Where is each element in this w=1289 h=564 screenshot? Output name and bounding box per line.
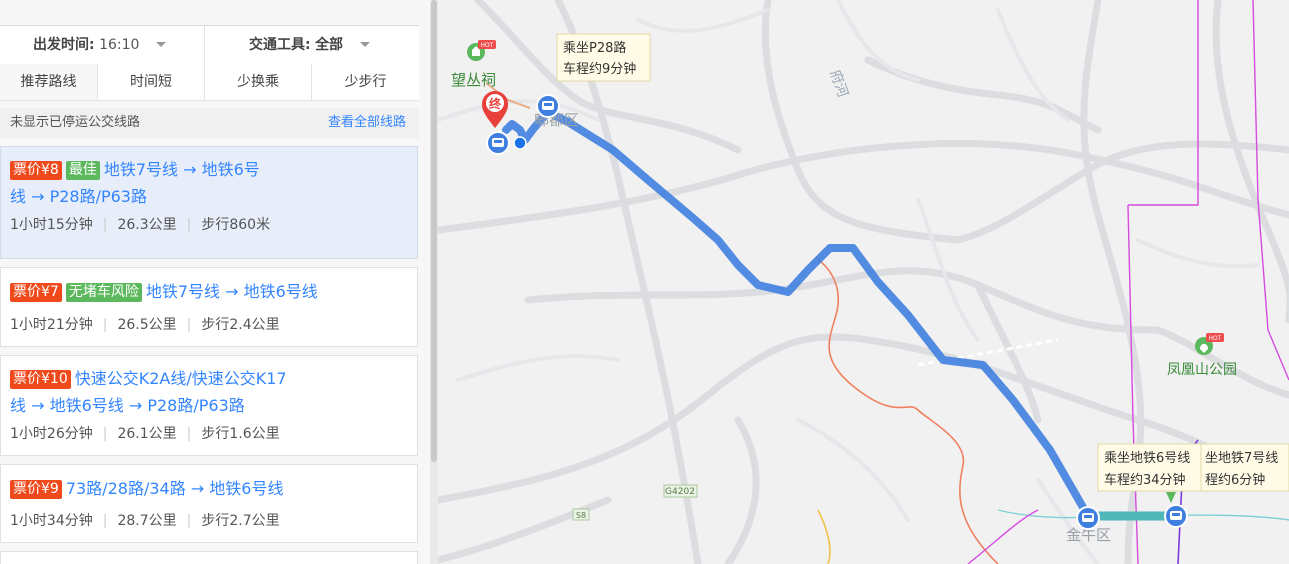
svg-text:G4202: G4202 xyxy=(665,487,695,497)
metro-line-magenta-4 xyxy=(967,509,1039,564)
route-option-5[interactable] xyxy=(0,551,418,564)
route-duration: 1小时21分钟 xyxy=(10,317,93,333)
route-lines: 票价¥10 快速公交K2A线/快速公交K17 线 → 地铁6号线 → P28路/P… xyxy=(10,365,409,419)
map-svg[interactable]: 府河 G4202 S8 郫都区 金牛区 HOT 望丛祠 HOT 凤凰山公园 终 … xyxy=(438,0,1289,564)
price-badge: 票价¥10 xyxy=(10,370,71,389)
svg-text:程约6分钟: 程约6分钟 xyxy=(1205,472,1265,488)
poi-label-wangcongci: 望丛祠 xyxy=(451,71,496,89)
notice-row: 未显示已停运公交线路 查看全部线路 xyxy=(0,108,419,138)
chevron-down-icon xyxy=(359,42,370,47)
metro-line-magenta-3 xyxy=(1252,0,1289,381)
hot-badge: HOT xyxy=(481,42,494,49)
svg-text:车程约34分钟: 车程约34分钟 xyxy=(1104,472,1186,488)
view-all-lines-link[interactable]: 查看全部线路 xyxy=(328,108,406,138)
route-walk: 步行860米 xyxy=(201,217,271,233)
tooltip-metro-6: 乘坐地铁6号线 车程约34分钟 xyxy=(1097,443,1202,492)
bus-stop-icon[interactable] xyxy=(486,131,510,155)
route-meta: 1小时15分钟 | 26.3公里 | 步行860米 xyxy=(10,217,271,233)
svg-text:坐地铁7号线: 坐地铁7号线 xyxy=(1205,451,1278,466)
route-distance: 26.5公里 xyxy=(117,317,177,333)
poi-label-fenghuangshan: 凤凰山公园 xyxy=(1167,362,1237,378)
price-badge: 票价¥9 xyxy=(10,480,62,499)
tab-less-walking[interactable]: 少步行 xyxy=(312,64,419,100)
tooltip-metro-7: 坐地铁7号线 程约6分钟 xyxy=(1200,443,1289,492)
destination-marker[interactable]: 终 xyxy=(482,91,508,128)
chevron-down-icon xyxy=(155,42,166,47)
route-lines: 票价¥8 最佳 地铁7号线 → 地铁6号 线 → P28路/P63路 xyxy=(10,156,409,210)
route-line-text: 地铁7号线 → 地铁6号线 xyxy=(145,282,318,301)
departure-time-select[interactable]: 出发时间: 16:10 xyxy=(33,26,166,64)
route-walk: 步行2.4公里 xyxy=(201,317,280,333)
best-badge: 最佳 xyxy=(65,161,100,180)
tab-recommended[interactable]: 推荐路线 xyxy=(0,64,98,100)
route-distance: 26.3公里 xyxy=(117,217,177,233)
departure-time-label: 出发时间: xyxy=(33,37,95,53)
filter-row: 出发时间: 16:10 交通工具: 全部 xyxy=(0,25,419,65)
divider xyxy=(204,26,205,64)
route-option-4[interactable]: 票价¥9 73路/28路/34路 → 地铁6号线 1小时34分钟 | 28.7公里 | 步… xyxy=(0,464,418,543)
metro-station-icon[interactable] xyxy=(1164,504,1188,528)
route-end-dot xyxy=(513,136,527,150)
route-line-text-cont: 线 → 地铁6号线 → P28路/P63路 xyxy=(10,396,245,415)
panel-scrollbar[interactable] xyxy=(430,0,438,564)
transfer-marker-icon xyxy=(1166,492,1176,503)
route-distance: 26.1公里 xyxy=(117,426,177,442)
river-label: 府河 xyxy=(826,68,851,100)
route-panel: 出发时间: 16:10 交通工具: 全部 推荐路线 时间短 少换乘 少步行 未显… xyxy=(0,0,430,564)
transport-mode-value: 全部 xyxy=(315,37,344,53)
no-traffic-risk-badge: 无堵车风险 xyxy=(65,283,142,302)
route-duration: 1小时26分钟 xyxy=(10,426,93,442)
route-meta: 1小时21分钟 | 26.5公里 | 步行2.4公里 xyxy=(10,317,280,333)
route-duration: 1小时34分钟 xyxy=(10,513,93,529)
poi-wangcongci[interactable]: HOT 望丛祠 xyxy=(451,40,496,89)
route-option-3[interactable]: 票价¥10 快速公交K2A线/快速公交K17 线 → 地铁6号线 → P28路/P… xyxy=(0,355,418,456)
road-shield-g4202: G4202 xyxy=(663,484,698,498)
svg-text:S8: S8 xyxy=(576,511,586,520)
route-meta: 1小时26分钟 | 26.1公里 | 步行1.6公里 xyxy=(10,426,280,442)
sort-tabs: 推荐路线 时间短 少换乘 少步行 xyxy=(0,64,419,101)
route-option-2[interactable]: 票价¥7 无堵车风险 地铁7号线 → 地铁6号线 1小时21分钟 | 26.5公里 | 步行… xyxy=(0,267,418,347)
yellow-road xyxy=(817,509,831,564)
route-line-text: 快速公交K2A线/快速公交K17 xyxy=(74,369,287,388)
transport-mode-select[interactable]: 交通工具: 全部 xyxy=(249,26,370,64)
route-meta: 1小时34分钟 | 28.7公里 | 步行2.7公里 xyxy=(10,513,280,529)
route-lines: 票价¥9 73路/28路/34路 → 地铁6号线 xyxy=(10,475,409,502)
road-shield-s8: S8 xyxy=(572,508,590,521)
route-option-1[interactable]: 票价¥8 最佳 地铁7号线 → 地铁6号 线 → P28路/P63路 1小时15分钟… xyxy=(0,146,418,259)
svg-text:乘坐地铁6号线: 乘坐地铁6号线 xyxy=(1104,451,1190,466)
hot-badge: HOT xyxy=(1209,335,1222,342)
tooltip-p28: 乘坐P28路 车程约9分钟 xyxy=(556,33,651,82)
route-lines: 票价¥7 无堵车风险 地铁7号线 → 地铁6号线 xyxy=(10,278,409,305)
svg-text:车程约9分钟: 车程约9分钟 xyxy=(563,61,636,77)
route-walk: 步行2.7公里 xyxy=(201,513,280,529)
departure-time-value: 16:10 xyxy=(99,37,140,53)
route-line-text: 地铁7号线 → 地铁6号 xyxy=(103,160,260,179)
notice-text: 未显示已停运公交线路 xyxy=(10,115,141,130)
route-line-text: 73路/28路/34路 → 地铁6号线 xyxy=(65,479,284,498)
map-canvas[interactable]: 府河 G4202 S8 郫都区 金牛区 HOT 望丛祠 HOT 凤凰山公园 终 … xyxy=(438,0,1289,564)
end-marker-label: 终 xyxy=(489,96,502,111)
scrollbar-thumb[interactable] xyxy=(431,0,437,462)
route-line-text-cont: 线 → P28路/P63路 xyxy=(10,187,147,206)
transport-mode-label: 交通工具: xyxy=(249,37,311,53)
svg-text:乘坐P28路: 乘坐P28路 xyxy=(563,40,626,56)
metro-station-icon[interactable] xyxy=(1076,506,1100,530)
tab-shortest-time[interactable]: 时间短 xyxy=(98,64,205,100)
route-distance: 28.7公里 xyxy=(117,513,177,529)
route-walk: 步行1.6公里 xyxy=(201,426,280,442)
tab-fewer-transfers[interactable]: 少换乘 xyxy=(205,64,312,100)
route-duration: 1小时15分钟 xyxy=(10,217,93,233)
price-badge: 票价¥7 xyxy=(10,283,62,302)
price-badge: 票价¥8 xyxy=(10,161,62,180)
bus-stop-icon[interactable] xyxy=(536,94,560,118)
